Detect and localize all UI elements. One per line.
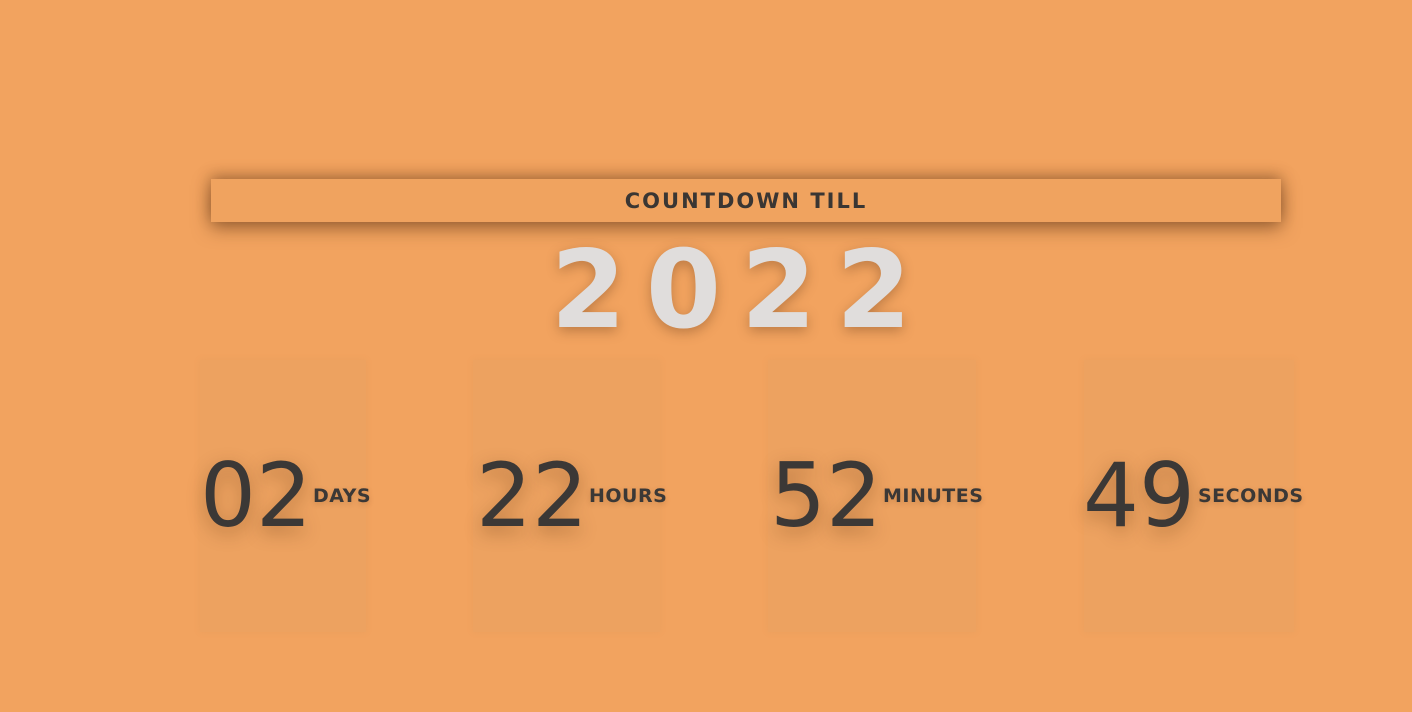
hours-value: 22: [476, 444, 588, 547]
target-year: 2022: [550, 228, 932, 353]
countdown-title: COUNTDOWN TILL: [624, 188, 868, 213]
minutes-value: 52: [770, 444, 882, 547]
hours-label: HOURS: [589, 485, 668, 507]
title-bar: COUNTDOWN TILL: [211, 179, 1281, 222]
seconds-label: SECONDS: [1198, 485, 1304, 507]
countdown-page: COUNTDOWN TILL 2022 02 DAYS 22 HOURS 52 …: [0, 0, 1412, 712]
days-label: DAYS: [313, 485, 372, 507]
days-value: 02: [200, 444, 312, 547]
seconds-value: 49: [1083, 444, 1195, 547]
minutes-label: MINUTES: [883, 485, 984, 507]
